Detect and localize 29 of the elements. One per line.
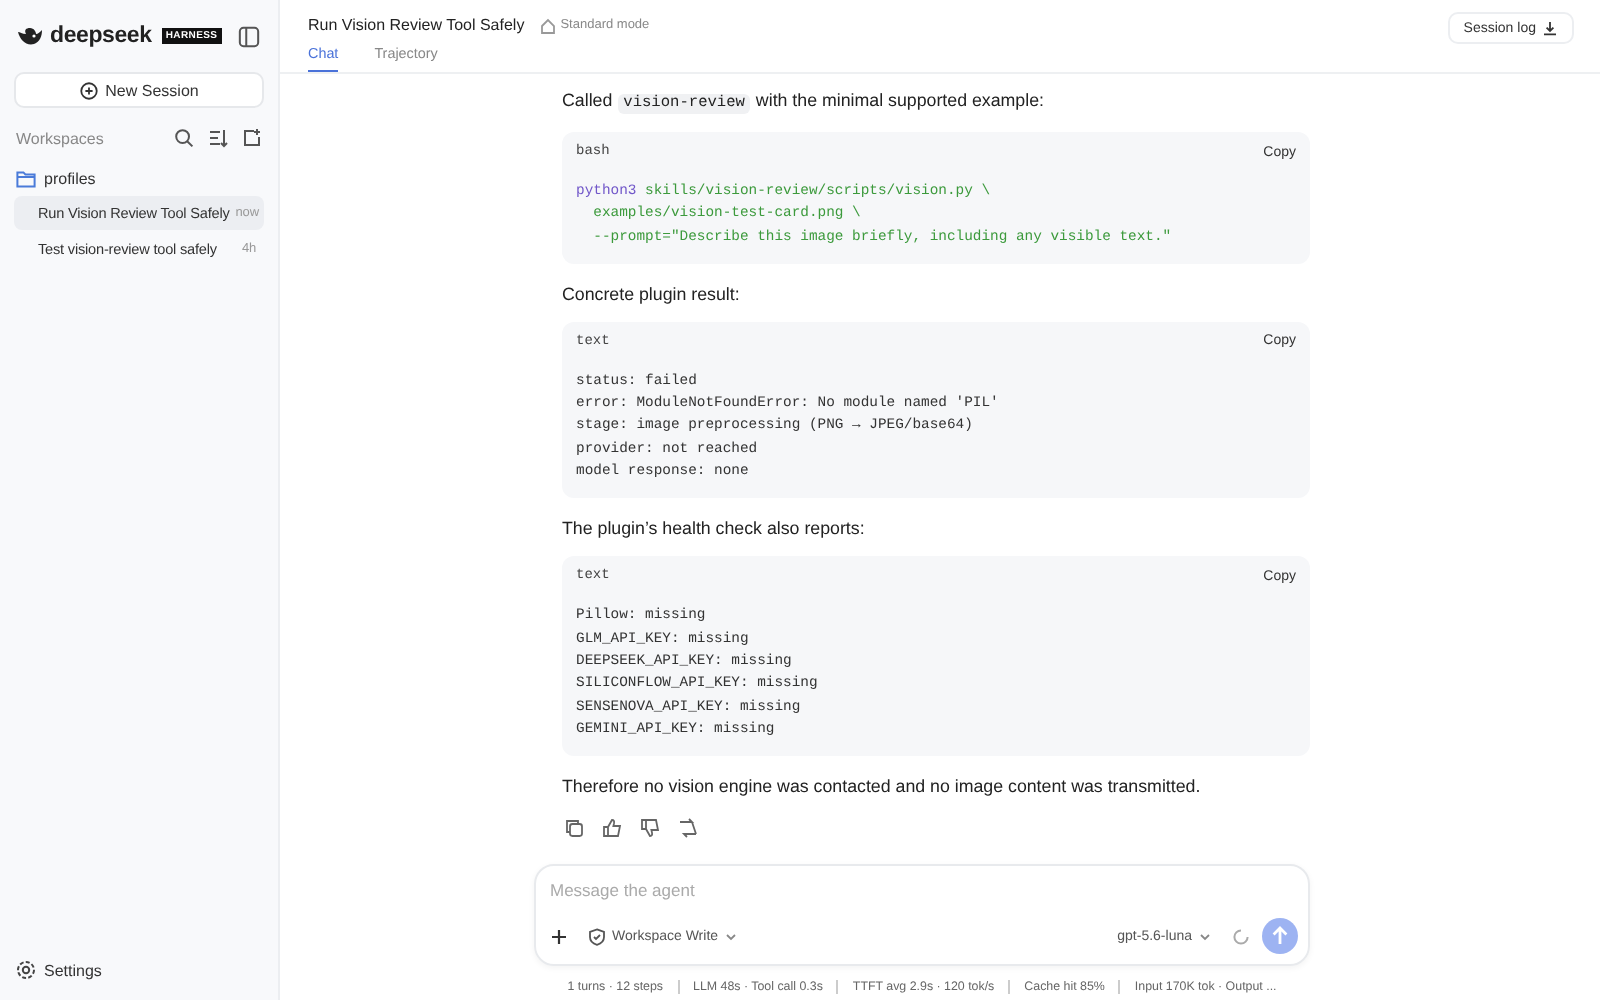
filter-icon[interactable] (208, 128, 228, 148)
session-title: Run Vision Review Tool Safely (308, 16, 525, 34)
new-folder-icon[interactable] (242, 128, 262, 148)
sidebar-toggle-icon[interactable] (238, 25, 260, 47)
chevron-down-icon (1198, 929, 1212, 943)
gear-icon[interactable] (16, 960, 36, 980)
message-paragraph: Concrete plugin result: (562, 283, 742, 306)
shield-icon (588, 927, 606, 945)
plus-icon[interactable] (550, 927, 568, 945)
thumbs-down-icon[interactable] (640, 818, 660, 839)
settings-link[interactable]: Settings (44, 961, 102, 979)
copy-icon[interactable] (564, 818, 584, 839)
folder-icon (16, 169, 36, 187)
chevron-down-icon (724, 929, 739, 943)
new-session-button[interactable]: New Session (14, 72, 264, 108)
spinner-icon (1232, 927, 1250, 945)
plus-circle-icon (79, 81, 98, 99)
brand-name: deepseek (50, 24, 152, 48)
message-input[interactable]: Message the agent (550, 878, 1298, 902)
section-title: Workspaces (16, 129, 104, 147)
branch-icon[interactable] (678, 818, 698, 839)
folder-item[interactable]: profiles (14, 162, 264, 194)
message-paragraph: The plugin’s health check also reports: (562, 518, 867, 541)
house-icon (540, 17, 557, 33)
search-icon[interactable] (174, 128, 194, 148)
message-paragraph: Therefore no vision engine was contacted and no image content was transmitted. (562, 776, 1203, 799)
whale-logo-icon (16, 25, 44, 47)
download-icon (1542, 20, 1558, 36)
thumbs-up-icon[interactable] (602, 818, 622, 839)
